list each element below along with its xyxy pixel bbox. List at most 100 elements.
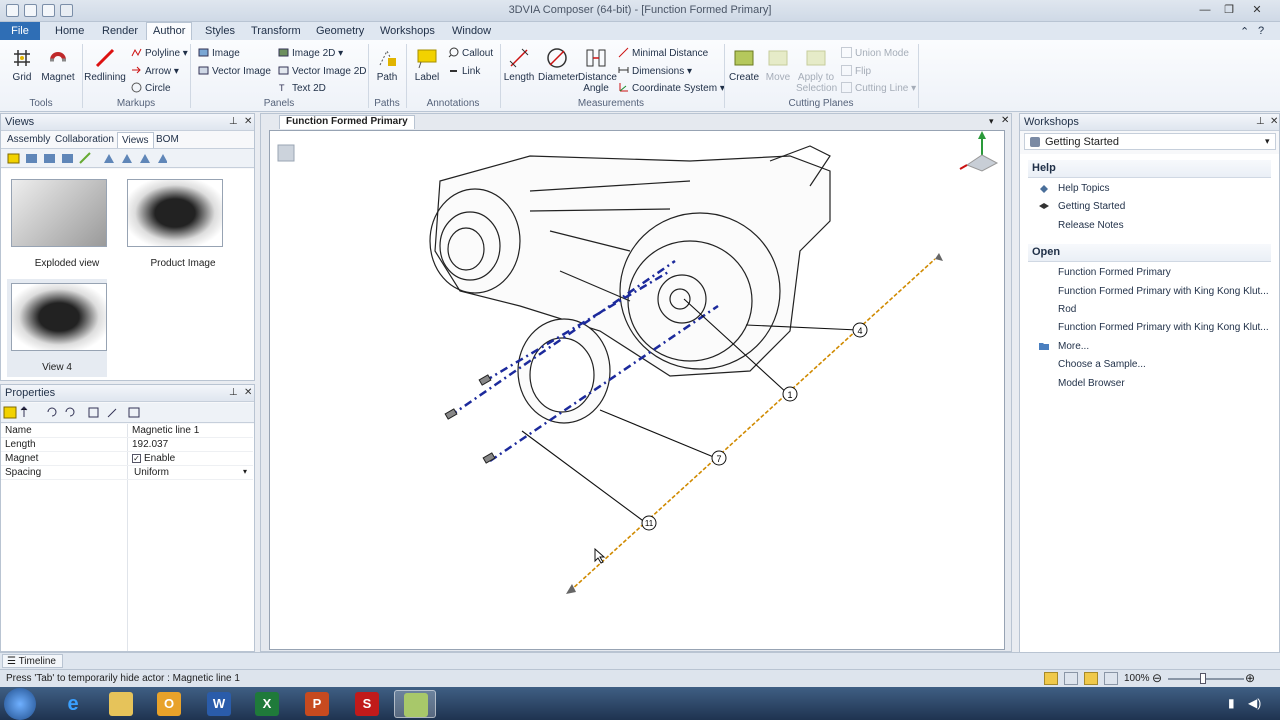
close-icon[interactable]: ✕ bbox=[1270, 116, 1278, 127]
timeline-tab[interactable]: ☰ Timeline bbox=[2, 654, 63, 668]
tab-window[interactable]: Window bbox=[452, 25, 491, 37]
move-cutting-plane-button[interactable]: Move bbox=[762, 46, 794, 83]
path-button[interactable]: Path bbox=[372, 46, 402, 83]
property-row-name[interactable]: Name Magnetic line 1 bbox=[1, 424, 253, 438]
properties-toolbar-icons[interactable] bbox=[3, 406, 143, 419]
3d-canvas[interactable]: 4 1 7 11 bbox=[269, 130, 1005, 650]
taskbar-word[interactable]: W bbox=[198, 690, 240, 718]
maximize-button[interactable]: ❐ bbox=[1220, 2, 1238, 18]
pin-icon[interactable]: ⊥ bbox=[1256, 116, 1265, 127]
magnetic-line-end-handle[interactable] bbox=[935, 253, 943, 261]
callout-1[interactable]: 1 bbox=[782, 386, 798, 402]
link-release-notes[interactable]: Release Notes bbox=[1058, 220, 1124, 231]
taskbar-ie[interactable]: e bbox=[52, 690, 94, 718]
property-row-length[interactable]: Length 192.037 bbox=[1, 438, 253, 452]
cutting-line-button[interactable]: Cutting Line ▾ bbox=[841, 82, 916, 94]
callout-button[interactable]: Callout bbox=[448, 47, 493, 59]
chevron-down-icon[interactable]: ▾ bbox=[243, 467, 247, 476]
close-button[interactable]: ✕ bbox=[1248, 2, 1266, 18]
view-thumbnail-exploded[interactable]: Exploded view bbox=[7, 175, 107, 273]
circle-button[interactable]: Circle bbox=[131, 82, 171, 94]
vector-image-button[interactable]: Vector Image bbox=[198, 65, 271, 77]
recent-file-link[interactable]: Function Formed Primary bbox=[1058, 267, 1171, 278]
zoom-out-icon[interactable]: ⊖ bbox=[1152, 671, 1162, 685]
vector-image-2d-button[interactable]: Vector Image 2D bbox=[278, 65, 366, 77]
tab-render[interactable]: Render bbox=[102, 25, 138, 37]
zoom-in-icon[interactable]: ⊕ bbox=[1245, 671, 1255, 685]
tab-home[interactable]: Home bbox=[55, 25, 84, 37]
network-icon[interactable]: ▮ bbox=[1228, 696, 1235, 710]
recent-file-link[interactable]: Function Formed Primary with King Kong K… bbox=[1058, 286, 1269, 297]
property-row-magnet[interactable]: Magnet ✓ Enable bbox=[1, 452, 253, 466]
tab-transform[interactable]: Transform bbox=[251, 25, 301, 37]
redlining-button[interactable]: Redlining bbox=[84, 46, 126, 83]
flip-button[interactable]: Flip bbox=[841, 65, 871, 77]
magnetic-line-end-handle[interactable] bbox=[566, 584, 576, 594]
length-button[interactable]: Length bbox=[502, 46, 536, 83]
scene-drawing[interactable]: 4 1 7 11 bbox=[270, 131, 1006, 651]
tab-geometry[interactable]: Geometry bbox=[316, 25, 364, 37]
coordinate-system-button[interactable]: Coordinate System ▾ bbox=[618, 82, 725, 94]
zoom-slider-thumb[interactable] bbox=[1200, 673, 1206, 684]
link-button[interactable]: Link bbox=[448, 65, 480, 77]
property-row-spacing[interactable]: Spacing Uniform ▾ bbox=[1, 466, 253, 480]
pin-icon[interactable]: ⊥ bbox=[229, 387, 238, 398]
image-button[interactable]: Image bbox=[198, 47, 240, 59]
taskbar-powerpoint[interactable]: P bbox=[296, 690, 338, 718]
tab-author[interactable]: Author bbox=[146, 22, 193, 41]
view-compass-icon[interactable] bbox=[959, 131, 999, 172]
zoom-slider[interactable] bbox=[1168, 678, 1244, 680]
grid-button[interactable]: Grid bbox=[8, 46, 36, 83]
view-thumbnail-product-image[interactable]: Product Image bbox=[123, 175, 223, 273]
taskbar-composer[interactable] bbox=[394, 690, 436, 718]
subtab-views[interactable]: Views bbox=[117, 132, 154, 148]
minimize-button[interactable]: — bbox=[1196, 2, 1214, 18]
view-options-icon[interactable] bbox=[277, 144, 295, 162]
union-mode-button[interactable]: Union Mode bbox=[841, 47, 909, 59]
polyline-button[interactable]: Polyline ▾ bbox=[131, 47, 188, 59]
magnet-button[interactable]: Magnet bbox=[40, 46, 76, 83]
close-icon[interactable]: ✕ bbox=[1001, 115, 1009, 126]
subtab-assembly[interactable]: Assembly bbox=[3, 132, 54, 147]
label-button[interactable]: Label bbox=[412, 46, 442, 83]
close-icon[interactable]: ✕ bbox=[244, 116, 252, 127]
tab-file[interactable]: File bbox=[0, 22, 40, 40]
help-icon[interactable]: ? bbox=[1258, 25, 1264, 37]
pin-icon[interactable]: ⊥ bbox=[229, 116, 238, 127]
distance-angle-button[interactable]: Distance Angle bbox=[578, 46, 617, 94]
magnet-toggle-icon[interactable] bbox=[1044, 672, 1058, 685]
workshop-selector[interactable]: Getting Started ▾ bbox=[1024, 133, 1276, 150]
link-more[interactable]: More... bbox=[1058, 341, 1089, 352]
start-button[interactable] bbox=[4, 688, 36, 720]
document-tab[interactable]: Function Formed Primary bbox=[279, 115, 415, 129]
volume-icon[interactable]: ◀) bbox=[1248, 696, 1261, 710]
link-help-topics[interactable]: Help Topics bbox=[1058, 183, 1110, 194]
callout-4[interactable]: 4 bbox=[852, 322, 868, 338]
taskbar-excel[interactable]: X bbox=[246, 690, 288, 718]
minimal-distance-button[interactable]: Minimal Distance bbox=[618, 47, 708, 59]
taskbar-solidworks[interactable]: S bbox=[346, 690, 388, 718]
link-model-browser[interactable]: Model Browser bbox=[1058, 378, 1125, 389]
callout-11[interactable]: 11 bbox=[641, 515, 657, 531]
fit-view-icon[interactable] bbox=[1104, 672, 1118, 685]
tab-styles[interactable]: Styles bbox=[205, 25, 235, 37]
link-choose-sample[interactable]: Choose a Sample... bbox=[1058, 359, 1146, 370]
arrow-button[interactable]: Arrow ▾ bbox=[131, 65, 179, 77]
link-getting-started[interactable]: Getting Started bbox=[1058, 201, 1125, 212]
spacing-dropdown[interactable]: Uniform bbox=[134, 467, 169, 478]
subtab-bom[interactable]: BOM bbox=[152, 132, 183, 147]
image-2d-button[interactable]: Image 2D ▾ bbox=[278, 47, 343, 59]
dimensions-button[interactable]: Dimensions ▾ bbox=[618, 65, 692, 77]
tab-list-icon[interactable]: ▾ bbox=[989, 116, 994, 127]
view-thumbnail-view-4[interactable]: View 4 bbox=[7, 279, 107, 377]
diameter-button[interactable]: Diameter bbox=[538, 46, 579, 83]
callout-7[interactable]: 7 bbox=[711, 450, 727, 466]
taskbar-outlook[interactable]: O bbox=[148, 690, 190, 718]
close-icon[interactable]: ✕ bbox=[244, 387, 252, 398]
grid-toggle-icon[interactable] bbox=[1084, 672, 1098, 685]
text-2d-button[interactable]: T Text 2D bbox=[278, 82, 326, 94]
recent-file-link[interactable]: Function Formed Primary with King Kong K… bbox=[1058, 322, 1269, 333]
apply-to-selection-button[interactable]: Apply to Selection bbox=[796, 46, 837, 94]
views-toolbar-icons[interactable] bbox=[7, 152, 167, 165]
magnet-enable-checkbox[interactable]: ✓ bbox=[132, 454, 141, 463]
